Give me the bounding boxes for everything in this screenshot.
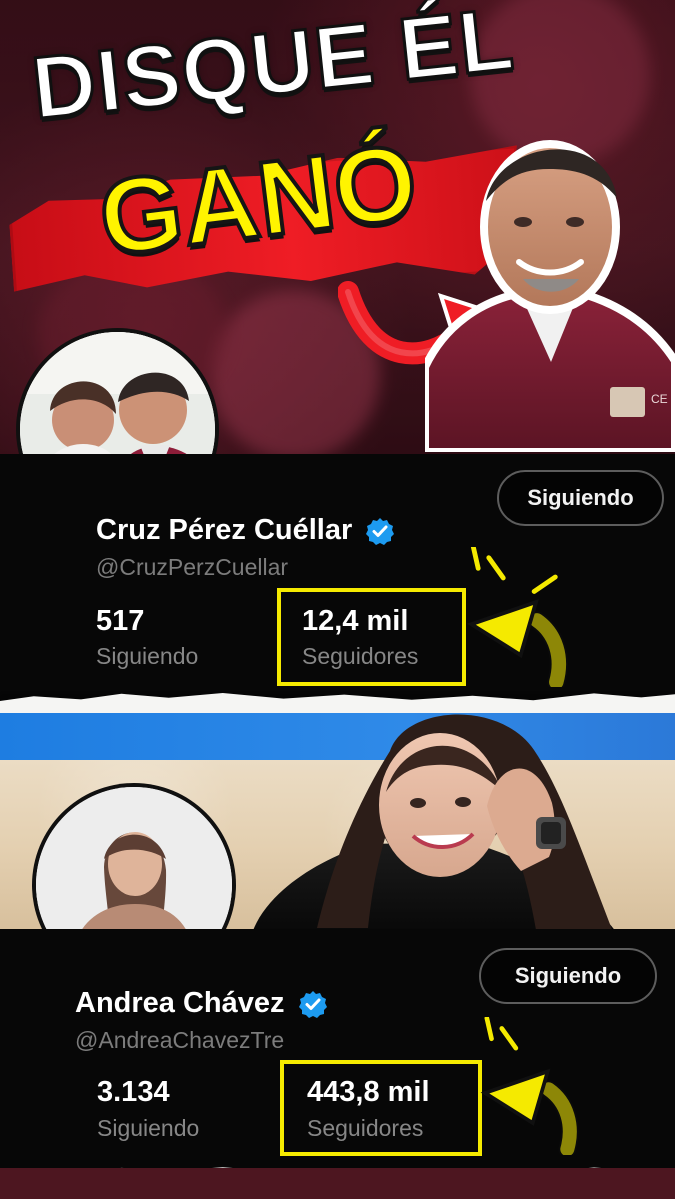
bottom-background [0,1168,675,1199]
following-button[interactable]: Siguiendo [497,470,664,526]
profile-card-cruz: Siguiendo Cruz Pérez Cuéllar @CruzPerzCu… [0,454,675,709]
following-label: Siguiendo [97,1115,200,1141]
following-count: 3.134 [97,1076,170,1108]
verified-badge-icon [366,517,395,546]
followers-count: 443,8 mil [307,1076,430,1108]
following-count: 517 [96,605,145,637]
arrow-pointer-icon [466,547,568,687]
profile-name: Cruz Pérez Cuéllar [96,514,395,547]
following-label: Siguiendo [96,643,199,669]
verified-badge-icon [298,990,327,1019]
following-button[interactable]: Siguiendo [479,948,657,1004]
social-proof-graphic: DISQUE ÉL GANÓ CE Siguiendo Cruz Pérez C… [0,0,675,1199]
followers-label: Seguidores [307,1115,424,1141]
profile-name-text: Andrea Chávez [75,987,285,1019]
featured-portrait [250,714,622,940]
profile-name-text: Cruz Pérez Cuéllar [96,514,353,546]
followers-label: Seguidores [302,643,419,669]
profile-handle: @CruzPerzCuellar [96,554,289,580]
hero-portrait: CE [425,140,675,452]
followers-count: 12,4 mil [302,605,409,637]
profile-handle: @AndreaChavezTre [75,1027,285,1053]
profile-name: Andrea Chávez [75,987,327,1020]
arrow-pointer-icon [480,1017,579,1155]
profile-card-andrea: Siguiendo Andrea Chávez @AndreaChavezTre… [0,929,675,1168]
svg-text:CE: CE [651,392,668,406]
